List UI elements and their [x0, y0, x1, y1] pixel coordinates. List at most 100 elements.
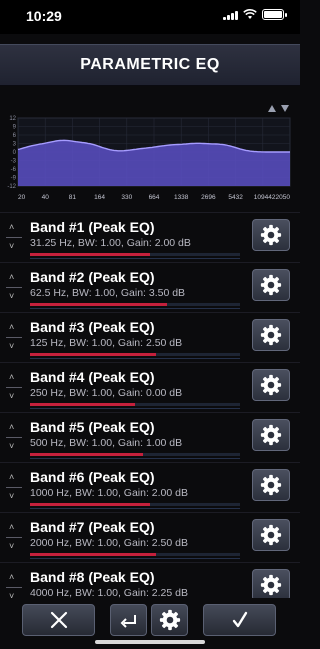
- graph-y-tick-label: -12: [7, 184, 16, 190]
- chevron-down-icon[interactable]: ˅: [9, 392, 14, 401]
- band-info: 250 Hz, BW: 1.00, Gain: 0.00 dB: [30, 387, 183, 399]
- graph-x-tick-label: 10944: [254, 194, 272, 201]
- signal-icon: [223, 10, 238, 20]
- undo-icon: [120, 615, 136, 628]
- band-row[interactable]: ˄ ˅ Band #4 (Peak EQ) 250 Hz, BW: 1.00, Gai…: [0, 362, 300, 412]
- gain-slider[interactable]: [30, 353, 240, 356]
- band-name: Band #8 (Peak EQ): [30, 569, 155, 585]
- graph-x-tick-label: 664: [149, 194, 160, 201]
- band-order-control[interactable]: ˄ ˅: [6, 223, 22, 253]
- band-divider: [30, 308, 240, 309]
- band-order-control[interactable]: ˄ ˅: [6, 423, 22, 453]
- gain-slider[interactable]: [30, 303, 240, 306]
- gear-icon: [159, 609, 180, 631]
- gain-slider-fill: [30, 453, 144, 456]
- eq-curve-graph[interactable]: 12 9 6 3 0 -3 -6 -9 -1220 40 81 164 330 664 1338 2696 54…: [0, 100, 300, 204]
- title-bar: PARAMETRIC EQ: [0, 44, 300, 86]
- graph-x-tick-label: 1338: [174, 194, 189, 201]
- band-order-control[interactable]: ˄ ˅: [6, 473, 22, 503]
- graph-y-tick-label: 0: [13, 150, 17, 156]
- chevron-down-icon[interactable]: ˅: [9, 292, 14, 301]
- gain-slider-fill: [30, 503, 150, 506]
- band-name: Band #3 (Peak EQ): [30, 319, 155, 335]
- home-indicator: [95, 640, 205, 644]
- chevron-up-icon[interactable]: ˄: [9, 373, 14, 382]
- band-info: 2000 Hz, BW: 1.00, Gain: 2.50 dB: [30, 537, 188, 549]
- graph-x-tick-label: 330: [121, 194, 132, 201]
- graph-x-tick-label: 164: [94, 194, 105, 201]
- chevron-up-icon[interactable]: ˄: [9, 273, 14, 282]
- divider: [6, 487, 22, 488]
- band-name: Band #6 (Peak EQ): [30, 469, 155, 485]
- status-time: 10:29: [26, 8, 62, 24]
- band-row[interactable]: ˄ ˅ Band #2 (Peak EQ) 62.5 Hz, BW: 1.00, Ga…: [0, 262, 300, 312]
- gear-icon: [260, 574, 282, 596]
- divider: [6, 387, 22, 388]
- gear-icon: [260, 424, 282, 446]
- graph-x-tick-label: 20: [18, 194, 26, 201]
- divider: [6, 237, 22, 238]
- band-order-control[interactable]: ˄ ˅: [6, 373, 22, 403]
- band-row[interactable]: ˄ ˅ Band #5 (Peak EQ) 500 Hz, BW: 1.00, Gai…: [0, 412, 300, 462]
- graph-y-tick-label: -9: [11, 176, 17, 182]
- graph-x-tick-label: 40: [42, 194, 50, 201]
- chevron-down-icon[interactable]: ˅: [9, 242, 14, 251]
- graph-y-tick-label: 6: [13, 133, 17, 139]
- close-icon: [50, 611, 67, 629]
- chevron-up-icon[interactable]: ˄: [9, 423, 14, 432]
- chevron-down-icon[interactable]: ˅: [9, 342, 14, 351]
- band-settings-button[interactable]: [252, 319, 290, 351]
- gear-icon: [260, 474, 282, 496]
- chevron-up-icon[interactable]: ˄: [9, 573, 14, 582]
- band-divider: [30, 258, 240, 259]
- band-settings-button[interactable]: [252, 269, 290, 301]
- chevron-down-icon[interactable]: ˅: [9, 542, 14, 551]
- band-settings-button[interactable]: [252, 419, 290, 451]
- band-row[interactable]: ˄ ˅ Band #7 (Peak EQ) 2000 Hz, BW: 1.00, Ga…: [0, 512, 300, 562]
- band-info: 31.25 Hz, BW: 1.00, Gain: 2.00 dB: [30, 237, 191, 249]
- band-settings-button[interactable]: [252, 469, 290, 501]
- chevron-up-icon[interactable]: ˄: [9, 323, 14, 332]
- gain-slider-fill: [30, 303, 167, 306]
- chevron-up-icon[interactable]: ˄: [9, 223, 14, 232]
- chevron-up-icon[interactable]: ˄: [9, 473, 14, 482]
- cancel-button[interactable]: [22, 604, 95, 636]
- band-settings-button[interactable]: [252, 519, 290, 551]
- chevron-down-icon[interactable]: ˅: [9, 492, 14, 501]
- confirm-button[interactable]: [203, 604, 276, 636]
- band-name: Band #4 (Peak EQ): [30, 369, 155, 385]
- graph-x-tick-label: 2696: [201, 194, 216, 201]
- band-settings-button[interactable]: [252, 219, 290, 251]
- page-title: PARAMETRIC EQ: [80, 56, 220, 73]
- gain-slider[interactable]: [30, 453, 240, 456]
- gear-icon: [260, 524, 282, 546]
- band-settings-button[interactable]: [252, 369, 290, 401]
- graph-zoom-up-icon[interactable]: [268, 105, 276, 112]
- graph-y-tick-label: -3: [11, 159, 17, 165]
- band-settings-button[interactable]: [252, 569, 290, 601]
- gain-slider[interactable]: [30, 553, 240, 556]
- band-info: 125 Hz, BW: 1.00, Gain: 2.50 dB: [30, 337, 183, 349]
- gain-slider-fill: [30, 403, 135, 406]
- band-name: Band #2 (Peak EQ): [30, 269, 155, 285]
- settings-button[interactable]: [151, 604, 188, 636]
- band-order-control[interactable]: ˄ ˅: [6, 273, 22, 303]
- band-row[interactable]: ˄ ˅ Band #6 (Peak EQ) 1000 Hz, BW: 1.00, Ga…: [0, 462, 300, 512]
- gain-slider-fill: [30, 353, 156, 356]
- band-row[interactable]: ˄ ˅ Band #3 (Peak EQ) 125 Hz, BW: 1.00, Gai…: [0, 312, 300, 362]
- band-order-control[interactable]: ˄ ˅: [6, 523, 22, 553]
- divider: [6, 537, 22, 538]
- band-info: 1000 Hz, BW: 1.00, Gain: 2.00 dB: [30, 487, 188, 499]
- band-order-control[interactable]: ˄ ˅: [6, 323, 22, 353]
- gain-slider-fill: [30, 253, 150, 256]
- band-divider: [30, 408, 240, 409]
- gain-slider[interactable]: [30, 253, 240, 256]
- graph-zoom-down-icon[interactable]: [281, 105, 289, 112]
- gain-slider[interactable]: [30, 403, 240, 406]
- notch: [74, 0, 226, 22]
- undo-button[interactable]: [110, 604, 147, 636]
- chevron-up-icon[interactable]: ˄: [9, 523, 14, 532]
- gain-slider[interactable]: [30, 503, 240, 506]
- band-row[interactable]: ˄ ˅ Band #1 (Peak EQ) 31.25 Hz, BW: 1.00, G…: [0, 212, 300, 262]
- chevron-down-icon[interactable]: ˅: [9, 442, 14, 451]
